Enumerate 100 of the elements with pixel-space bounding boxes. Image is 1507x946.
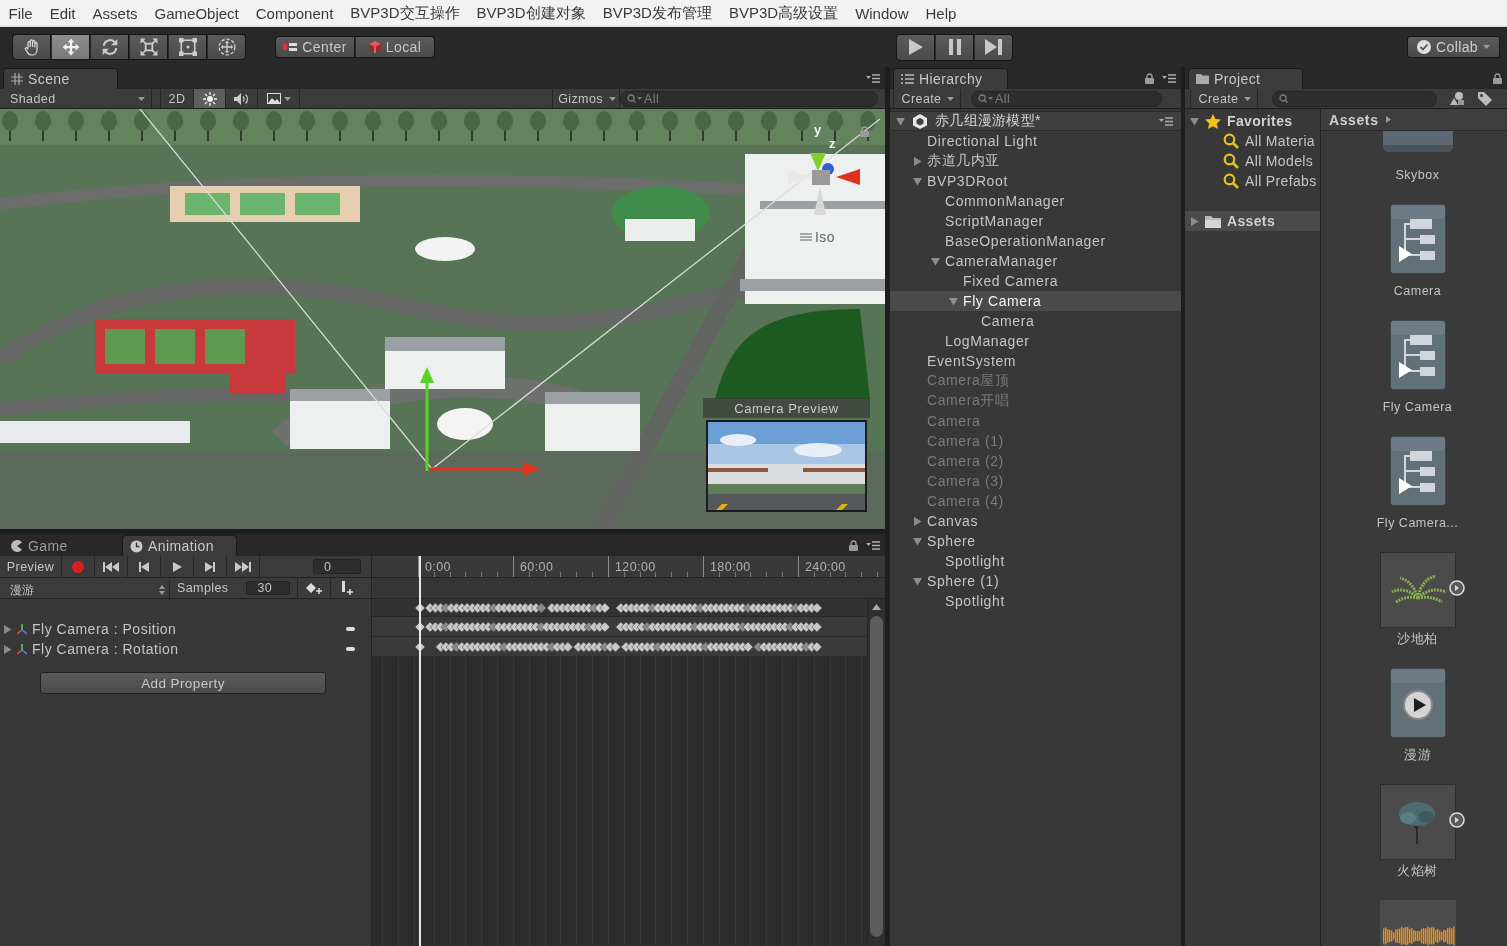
panel-menu-icon[interactable] [1162,73,1176,83]
rect-tool-button[interactable] [168,34,207,60]
hierarchy-item[interactable]: Sphere [890,531,1181,551]
vertical-scrollbar[interactable] [867,599,885,946]
scrollbar-thumb[interactable] [870,616,883,937]
shading-dropdown[interactable]: Shaded [0,89,152,108]
menu-item[interactable]: Help [917,0,965,26]
hierarchy-item[interactable]: LogManager [890,331,1181,351]
clip-dropdown[interactable]: 漫游 [4,580,170,600]
expand-circle-icon[interactable] [1448,580,1465,596]
expand-arrow-icon[interactable] [3,624,12,634]
menu-item[interactable]: Edit [41,0,85,26]
lock-icon[interactable] [849,539,858,551]
expand-arrow-icon[interactable] [913,536,922,546]
expand-arrow-icon[interactable] [1190,116,1199,126]
lock-icon[interactable] [1493,72,1502,84]
local-pivot-button[interactable]: Local [355,36,435,58]
menu-item[interactable]: File [0,0,42,26]
hierarchy-item[interactable]: Canvas [890,511,1181,531]
hierarchy-item[interactable]: BVP3DRoot [890,171,1181,191]
game-tab[interactable]: Game [3,535,118,556]
hierarchy-item[interactable]: Sphere (1) [890,571,1181,591]
hierarchy-item[interactable]: Fly Camera [890,291,1181,311]
hierarchy-item[interactable]: ScriptManager [890,211,1181,231]
project-tree-item[interactable]: Assets [1185,211,1320,231]
menu-item[interactable]: GameObject [146,0,248,26]
menu-item[interactable]: BVP3D创建对象 [468,0,595,26]
menu-item[interactable]: BVP3D高级设置 [720,0,847,26]
asset-name[interactable]: 沙地柏 [1397,631,1438,647]
hand-tool-button[interactable] [12,34,51,60]
hierarchy-item[interactable]: Directional Light [890,131,1181,151]
create-dropdown[interactable]: Create [893,89,961,108]
center-pivot-button[interactable]: Center [275,36,355,58]
scene-tab[interactable]: Scene [3,68,118,89]
play-button[interactable] [896,33,935,61]
frame-field[interactable]: 0 [313,559,361,574]
project-tree-item[interactable]: All Models [1185,151,1320,171]
scroll-up-arrow-icon[interactable] [872,604,881,610]
menu-item[interactable]: Assets [84,0,147,26]
project-tree-item[interactable]: Favorites [1185,111,1320,131]
menu-item[interactable]: BVP3D发布管理 [594,0,721,26]
move-tool-button[interactable] [51,34,90,60]
scene-name[interactable]: 赤几组漫游模型* [935,112,1151,130]
project-tree-item[interactable]: All Materia [1185,131,1320,151]
asset-name[interactable]: Camera [1393,283,1442,299]
pause-button[interactable] [935,33,974,61]
scale-tool-button[interactable] [129,34,168,60]
panel-menu-icon[interactable] [866,540,880,550]
search-field[interactable]: All [620,90,878,107]
lock-icon[interactable] [1145,72,1154,84]
hierarchy-item[interactable]: Spotlight [890,551,1181,571]
expand-arrow-icon[interactable] [913,516,922,526]
hierarchy-item[interactable]: Camera [890,311,1181,331]
samples-field[interactable]: 30 [246,581,291,595]
search-field[interactable] [1272,90,1437,107]
expand-arrow-icon[interactable] [931,256,940,266]
samples-label: Samples [177,581,229,595]
hierarchy-tab[interactable]: Hierarchy [893,68,1008,89]
transform-circle-icon [217,38,236,56]
lock-icon[interactable] [860,126,869,137]
hierarchy-item[interactable]: CommonManager [890,191,1181,211]
menu-item[interactable]: Component [247,0,342,26]
search-field[interactable]: All [971,90,1162,107]
step-button[interactable] [974,33,1013,61]
expand-arrow-icon[interactable] [949,296,958,306]
menu-item[interactable]: Window [846,0,917,26]
axis-gizmo-icon[interactable] [788,153,860,215]
hierarchy-item[interactable]: Fixed Camera [890,271,1181,291]
asset-name[interactable]: 漫游 [1404,747,1431,763]
projection-label[interactable]: Iso [815,229,835,245]
expand-arrow-icon[interactable] [1190,216,1199,226]
add-property-button[interactable]: Add Property [40,672,326,694]
project-tab[interactable]: Project [1188,68,1303,89]
expand-arrow-icon[interactable] [3,644,12,654]
timeline-ruler[interactable]: 0:00 60:00 120:00 180:00 240:00 [372,556,885,578]
expand-arrow-icon[interactable] [896,116,905,126]
rotate-tool-button[interactable] [90,34,129,60]
asset-name[interactable]: Skybox [1395,167,1440,183]
gizmos-dropdown[interactable]: Gizmos [552,89,620,108]
transform-tool-button[interactable] [207,34,246,60]
preview-button[interactable]: Preview [0,556,62,577]
expand-arrow-icon[interactable] [913,576,922,586]
lighting-toggle[interactable] [194,89,226,108]
panel-menu-icon[interactable] [1159,116,1173,126]
collab-button[interactable]: Collab [1407,36,1500,58]
hierarchy-item[interactable]: 赤道几内亚 [890,151,1181,171]
asset-name[interactable]: 火焰树 [1397,863,1438,879]
expand-arrow-icon[interactable] [913,156,922,166]
expand-arrow-icon[interactable] [913,176,922,186]
asset-name[interactable]: Fly Camera... [1376,515,1459,531]
hierarchy-item[interactable]: BaseOperationManager [890,231,1181,251]
project-tree-item[interactable]: All Prefabs [1185,171,1320,191]
asset-name[interactable]: Fly Camera [1382,399,1453,415]
hierarchy-item[interactable]: CameraManager [890,251,1181,271]
animation-tab[interactable]: Animation [122,535,237,556]
menu-item[interactable]: BVP3D交互操作 [341,0,468,26]
expand-circle-icon[interactable] [1448,812,1465,828]
hierarchy-item[interactable]: EventSystem [890,351,1181,371]
panel-menu-icon[interactable] [866,73,880,83]
hierarchy-item[interactable]: Spotlight [890,591,1181,611]
